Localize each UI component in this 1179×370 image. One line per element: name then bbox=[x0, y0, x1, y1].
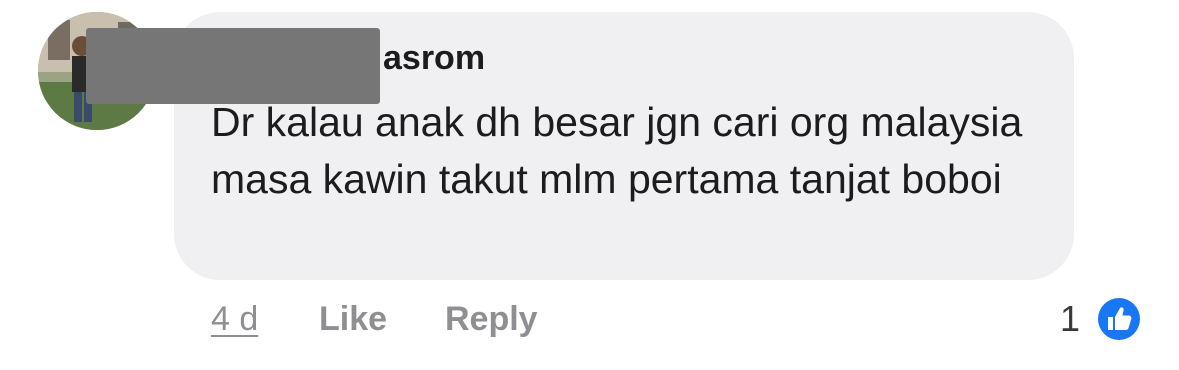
redaction-box bbox=[86, 28, 380, 104]
comment-text: Dr kalau anak dh besar jgn cari org mala… bbox=[211, 99, 1023, 202]
comment-author-name[interactable]: asrom bbox=[383, 38, 485, 78]
comment-timestamp[interactable]: 4 d bbox=[211, 298, 258, 340]
thumbs-up-icon[interactable] bbox=[1094, 294, 1144, 344]
reply-button[interactable]: Reply bbox=[445, 298, 538, 340]
like-button[interactable]: Like bbox=[319, 298, 387, 340]
reaction-count[interactable]: 1 bbox=[1060, 298, 1080, 340]
